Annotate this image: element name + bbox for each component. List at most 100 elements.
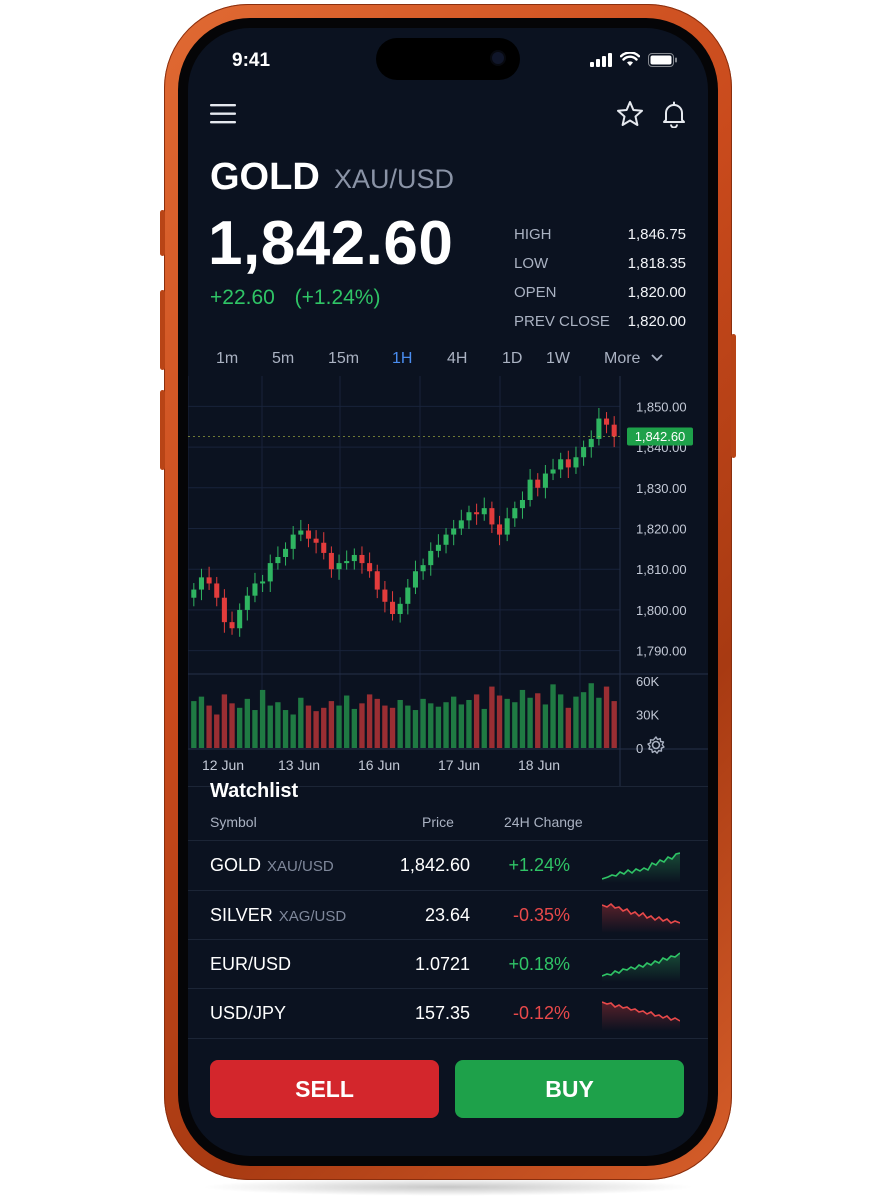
volume-bar xyxy=(259,689,266,748)
candle-body xyxy=(221,597,227,623)
volume-tick-label: 60K xyxy=(636,674,659,689)
candlestick-chart[interactable]: 1,850.001,840.001,830.001,820.001,810.00… xyxy=(188,376,708,786)
dynamic-island xyxy=(376,38,520,80)
candle-body xyxy=(481,508,487,515)
wifi-icon xyxy=(620,52,640,66)
candle-body xyxy=(267,563,273,582)
candle-body xyxy=(252,583,258,596)
volume-bar xyxy=(374,698,380,748)
candle-body xyxy=(359,554,365,564)
candle-body xyxy=(550,469,556,474)
candle-body xyxy=(604,418,610,425)
volume-bar xyxy=(290,714,296,748)
volume-bar xyxy=(603,686,610,748)
volume-bar xyxy=(397,699,403,748)
volume-bar xyxy=(542,704,549,748)
stat-label: PREV CLOSE xyxy=(514,313,610,330)
volume-bar xyxy=(496,695,503,748)
camera-icon xyxy=(492,52,504,64)
candle-body xyxy=(428,550,434,566)
bell-icon[interactable] xyxy=(660,100,688,128)
row-price: 23.64 xyxy=(424,905,470,925)
volume-bar xyxy=(588,683,594,748)
candle-body xyxy=(420,565,426,572)
volume-bar xyxy=(229,703,235,748)
candle-body xyxy=(367,563,373,572)
row-change: +0.18% xyxy=(508,954,570,974)
timeframe-tabs: 1m 5m 15m 1H 4H 1D 1W More xyxy=(188,346,708,380)
buy-button[interactable]: BUY xyxy=(455,1060,684,1118)
volume-bar xyxy=(428,703,434,748)
candle-body xyxy=(565,459,571,468)
tab-1w[interactable]: 1W xyxy=(546,350,570,368)
sparkline-down xyxy=(602,902,680,933)
candle-body xyxy=(519,500,525,509)
volume-bar xyxy=(359,703,365,748)
price-change-pct: (+1.24%) xyxy=(294,286,381,309)
candle-body xyxy=(489,508,495,525)
volume-bar xyxy=(458,704,464,748)
tab-1h[interactable]: 1H xyxy=(392,350,412,368)
volume-bar xyxy=(504,698,510,748)
candle-body xyxy=(260,581,266,584)
volume-bar xyxy=(535,693,541,748)
tab-5m[interactable]: 5m xyxy=(272,350,294,368)
volume-bar xyxy=(237,707,243,748)
star-icon[interactable] xyxy=(616,100,644,128)
stat-value: 1,820.00 xyxy=(627,313,686,330)
candle-body xyxy=(351,554,357,562)
row-change: -0.12% xyxy=(512,1003,570,1023)
candle-body xyxy=(390,601,396,614)
volume-bar xyxy=(412,710,419,748)
candle-body xyxy=(283,548,289,557)
volume-bar xyxy=(336,705,342,748)
candle-body xyxy=(596,418,602,439)
date-tick-label: 12 Jun xyxy=(202,757,244,773)
candle-body xyxy=(443,534,449,545)
tab-1d[interactable]: 1D xyxy=(502,350,522,368)
more-label: More xyxy=(604,350,641,367)
row-pair: XAG/USD xyxy=(278,908,347,925)
sell-button[interactable]: SELL xyxy=(210,1060,439,1118)
candle-body xyxy=(336,563,342,570)
volume-bar xyxy=(366,694,373,748)
last-price-tag-text: 1,842.60 xyxy=(635,429,686,444)
volume-bar xyxy=(405,705,411,748)
price-change-abs: +22.60 xyxy=(210,286,275,309)
date-tick-label: 17 Jun xyxy=(438,757,480,773)
price-tick-label: 1,830.00 xyxy=(636,481,687,496)
volume-bar xyxy=(191,701,197,748)
row-symbol: SILVER xyxy=(210,905,273,925)
price-tick-label: 1,850.00 xyxy=(636,399,687,414)
volume-bar xyxy=(282,710,289,748)
power-button xyxy=(731,334,736,458)
action-button xyxy=(160,210,165,256)
stat-row-high: HIGH 1,846.75 xyxy=(514,226,686,255)
volume-bar xyxy=(512,702,518,748)
more-dropdown[interactable]: More xyxy=(604,350,664,368)
candle-body xyxy=(374,571,380,590)
volume-bar xyxy=(558,694,564,748)
candle-body xyxy=(275,557,281,564)
watchlist-row-gold[interactable]: GOLD XAU/USD 1,842.60 +1.24% xyxy=(188,841,708,890)
candle-body xyxy=(581,447,587,458)
volume-bar xyxy=(527,697,533,748)
watchlist-row-usdjpy[interactable]: USD/JPY 157.35 -0.12% xyxy=(188,989,708,1038)
volume-bar xyxy=(244,698,250,748)
candle-body xyxy=(451,528,457,535)
tab-4h[interactable]: 4H xyxy=(447,350,467,368)
volume-bar xyxy=(451,696,457,748)
candle-body xyxy=(382,589,388,602)
last-price-tag: 1,842.60 xyxy=(627,427,693,446)
row-symbol: GOLD xyxy=(210,855,262,875)
watchlist-row-eurusd[interactable]: EUR/USD 1.0721 +0.18% xyxy=(188,940,708,989)
tab-15m[interactable]: 15m xyxy=(328,350,359,368)
volume-bar xyxy=(473,694,480,748)
volume-bar xyxy=(351,708,357,748)
volume-bar xyxy=(489,686,495,748)
volume-bar xyxy=(344,695,350,748)
tab-1m[interactable]: 1m xyxy=(216,350,238,368)
phone-shadow xyxy=(200,1178,696,1196)
watchlist-row-silver[interactable]: SILVER XAG/USD 23.64 -0.35% xyxy=(188,891,708,940)
menu-icon[interactable] xyxy=(210,102,238,126)
